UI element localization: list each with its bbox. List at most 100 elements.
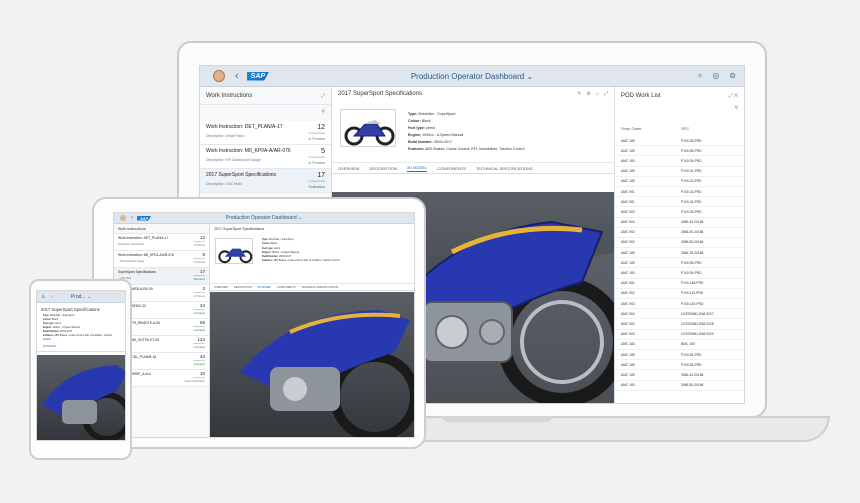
table-row[interactable]: AMC 180 P100-32-PRD	[615, 177, 744, 187]
list-item[interactable]: Work Instruction: DET_PLAN/A-17 Descripti…	[200, 121, 331, 145]
settings-icon[interactable]: ⚙	[586, 91, 590, 97]
item-name: SuperSport Specifications	[118, 270, 156, 274]
property-value: 1000cc - 6-Speed Manual	[422, 133, 464, 137]
chevron-down-icon[interactable]: ⌄	[526, 72, 533, 81]
shop-order-cell: AMC 180	[621, 250, 635, 255]
property-label: Build Number:	[43, 330, 60, 333]
spec-properties: Type: Motorbike - SuperSport Colour: Blac…	[408, 111, 524, 153]
edit-icon[interactable]: ✎	[577, 91, 581, 97]
tab-overview[interactable]: OVERVIEW	[338, 166, 360, 171]
table-row[interactable]: AMC 180 P100-99-PRD	[615, 268, 744, 279]
pin-icon[interactable]: ⚲	[200, 105, 331, 121]
table-row[interactable]: AMC 904 CAT0008KLGWL0027	[615, 309, 744, 320]
spec-title: 2017 SuperSport Specifications	[338, 91, 423, 97]
tab-3d-model[interactable]: 3D MODEL	[406, 165, 428, 172]
app-title-text: Production Operator Dashboard	[410, 71, 525, 81]
item-count-group: 12 components In Process	[193, 235, 205, 248]
tab-technical-specifications[interactable]: TECHNICAL SPECIFICATIONS	[476, 166, 533, 171]
table-row[interactable]: AMC 901 P100-33-PRD	[615, 187, 744, 198]
table-row[interactable]: AMC 902 3066-30-20166	[615, 228, 744, 238]
shop-order-cell: AMC 180	[621, 271, 635, 276]
table-row[interactable]: AMC 180 P100-54-PRD	[615, 350, 744, 361]
table-row[interactable]: AMC 901 P100-34-PRD	[615, 197, 744, 208]
property-label: Features:	[262, 259, 273, 263]
list-item[interactable]: Work Instruction: MII_KPI/A-A/AR-076 ...K…	[114, 251, 209, 268]
list-item-text: 2017 SuperSport Specifications Descriptio…	[206, 172, 276, 189]
shop-order-cell: AMC 903	[621, 332, 635, 337]
table-row[interactable]: AMC 902 P100-119-PRD	[615, 289, 744, 299]
spec-title: 2017 SuperSport Specifications	[41, 307, 100, 312]
col-sfc[interactable]: SFC	[681, 126, 689, 131]
tab-3d-model[interactable]: 3D MODEL	[258, 286, 271, 289]
tab-components[interactable]: COMPONENTS	[277, 286, 296, 289]
tab-technical-specifications[interactable]: TECHNICAL SPECIFICATIONS	[302, 286, 339, 289]
tab-overview[interactable]: OVERVIEW	[214, 286, 228, 289]
shop-order-cell: AMC 902	[621, 240, 635, 245]
table-row[interactable]: AMC 903 P100-120-PRD	[615, 299, 744, 310]
table-row[interactable]: AMC 180 P100-55-PRD	[615, 360, 744, 371]
sfc-cell: P100-35-PRD	[681, 158, 702, 163]
tab-description[interactable]: DESCRIPTION	[234, 286, 252, 289]
table-row[interactable]: AMC 180 3066-44-20166	[615, 370, 744, 381]
property-label: Build Number:	[408, 140, 433, 144]
item-count: 55	[199, 320, 205, 325]
item-count: 3	[202, 286, 205, 291]
item-count-group: 17 components Estimation	[309, 172, 325, 189]
status-badge: Estimation	[308, 185, 325, 189]
table-row[interactable]: AMC 180 P100-96-PRD	[615, 258, 744, 269]
item-description: Description: Detail Plans	[206, 134, 245, 138]
item-name: Work Instruction: MII_KPI/A-A/AR-076	[118, 253, 174, 257]
table-row[interactable]: AMC 902 CAT0008KLGWL0028	[615, 319, 744, 330]
item-description: Description: Detail Plans	[118, 243, 145, 246]
help-icon[interactable]: ⊜	[729, 71, 736, 81]
table-row[interactable]: AMC 180 3066-78-20166	[615, 248, 744, 259]
close-icon[interactable]: ⤢ ✕	[729, 93, 738, 99]
app-title[interactable]: Prod... ⌄	[37, 294, 125, 300]
tab-components[interactable]: COMPONENTS	[437, 166, 466, 171]
app-title[interactable]: Production Operator Dashboard ⌄	[200, 72, 744, 81]
settings-icon[interactable]: ◎	[712, 71, 719, 81]
phone-shell-bar: ♙ ‹ Prod... ⌄	[37, 291, 125, 303]
tag-icon[interactable]: ⌂	[596, 91, 599, 97]
expand-icon[interactable]: ⤢	[321, 93, 325, 99]
tab-3d-model[interactable]: 3D MODEL	[37, 342, 125, 352]
table-row[interactable]: AMC 180 3066-55-20166	[615, 381, 744, 391]
chevron-down-icon[interactable]: ⌄	[298, 215, 302, 221]
spec-property: Features: ABS Brakes, Cruise Control, EF…	[408, 146, 524, 153]
col-shop-order[interactable]: Shop Order	[621, 126, 681, 131]
item-name: 2017 SuperSport Specifications	[206, 172, 277, 178]
property-value: 26/04-2017	[433, 140, 452, 144]
list-item[interactable]: 2017 SuperSport Specifications Descriptio…	[200, 169, 331, 193]
table-row[interactable]: AMC 901 P100-188-PRD	[615, 279, 744, 289]
item-count-group: 5 components In Process	[308, 148, 325, 165]
list-item-text: Work Instruction: MII_KPI/A-A/AR-076 ...K…	[118, 253, 174, 265]
table-row[interactable]: AMC 903 CAT0008KLGWL0029	[615, 330, 744, 340]
table-row[interactable]: AMC 180 P100-36-PRD	[615, 136, 744, 147]
table-row[interactable]: AMC 180 P100-35-PRD	[615, 156, 744, 167]
table-row[interactable]: AMC 180 BMC 100	[615, 340, 744, 350]
item-count-group: 10 components Under Confirmation	[184, 371, 205, 384]
table-row[interactable]: AMC 904 3066-43-20166	[615, 218, 744, 228]
tab-description[interactable]: DESCRIPTION	[370, 166, 397, 171]
table-row[interactable]: AMC 903 P100-35-PRD	[615, 207, 744, 218]
table-row[interactable]: AMC 180 P100-06-PRD	[615, 146, 744, 157]
pin-icon[interactable]: ⚲	[615, 105, 744, 113]
expand-icon[interactable]: ⤢	[604, 91, 608, 97]
app-title[interactable]: Production Operator Dashboard ⌄	[114, 215, 414, 221]
table-row[interactable]: AMC 180 P100-31-PRD	[615, 167, 744, 177]
chevron-down-icon[interactable]: ⌄	[87, 294, 91, 300]
property-label: Features:	[43, 334, 54, 337]
3d-model-viewer[interactable]	[210, 292, 414, 437]
pod-column-headers: Shop Order SFC	[615, 121, 744, 136]
search-icon[interactable]: ⌕	[698, 71, 702, 81]
product-thumbnail[interactable]	[215, 238, 253, 264]
list-item[interactable]: Work Instruction: MII_KPI/A-A/AR-076 Desc…	[200, 145, 331, 169]
property-value: Black	[421, 119, 431, 123]
table-row[interactable]: AMC 902 3066-65-20166	[615, 238, 744, 249]
spec-title: 2017 SuperSport Specifications	[214, 227, 265, 231]
list-item[interactable]: Work Instruction: DET_PLAN/A-17 Descripti…	[114, 234, 209, 251]
property-value: Motorbike - SuperSport	[49, 314, 75, 317]
item-name: Work Instruction: MII_KPI/A-A/AR-076	[206, 148, 291, 154]
3d-model-viewer[interactable]	[37, 355, 125, 440]
product-thumbnail[interactable]	[340, 109, 396, 147]
